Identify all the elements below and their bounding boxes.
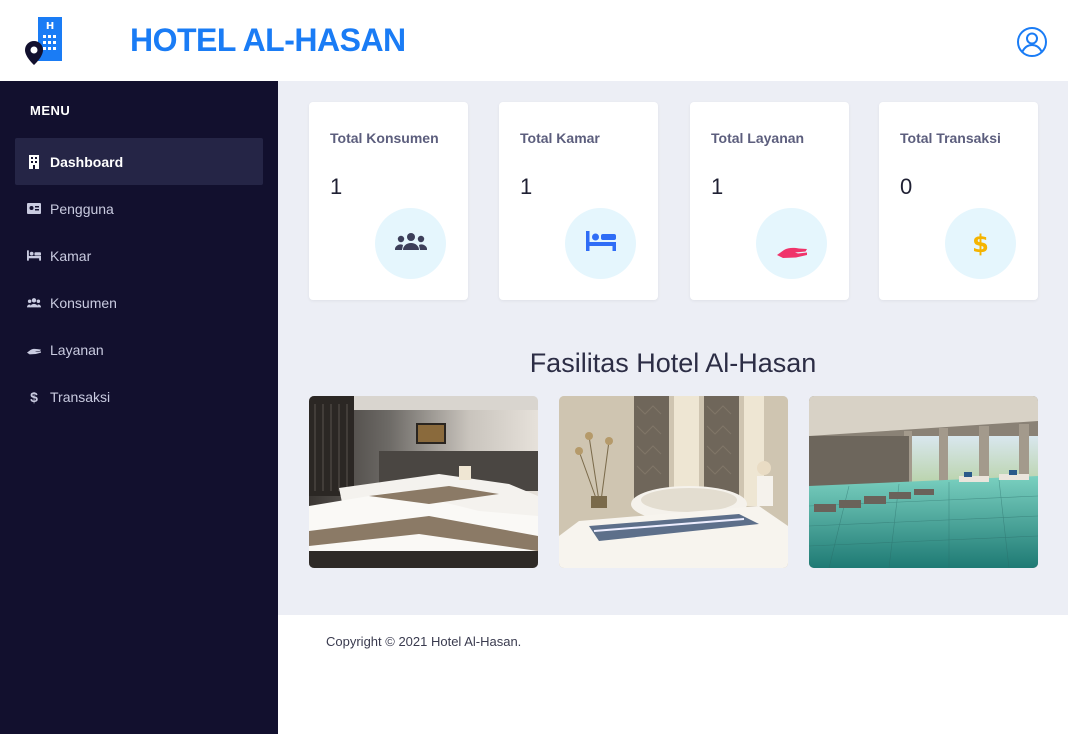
sidebar-item-konsumen[interactable]: Konsumen <box>15 279 263 326</box>
sidebar-item-layanan[interactable]: Layanan <box>15 326 263 373</box>
user-circle-icon[interactable] <box>1016 26 1048 58</box>
card-value: 1 <box>711 174 724 199</box>
stat-card-layanan[interactable]: Total Layanan 1 <box>690 102 849 300</box>
card-title: Total Layanan <box>711 130 805 146</box>
sidebar-item-label: Dashboard <box>50 153 124 170</box>
dollar-icon: $ <box>30 388 38 405</box>
copyright-text: Copyright © 2021 Hotel Al-Hasan. <box>326 634 522 649</box>
card-value: 1 <box>520 174 533 199</box>
sidebar-item-label: Pengguna <box>50 200 114 217</box>
bed-icon <box>27 249 41 263</box>
card-icon-circle: $ <box>945 208 1016 279</box>
pool-photo[interactable] <box>809 396 1038 568</box>
card-icon-circle <box>565 208 636 279</box>
dollar-icon: $ <box>972 229 989 258</box>
menu-title: MENU <box>30 103 71 118</box>
svg-text:H: H <box>46 21 54 32</box>
top-header: H HOTEL AL-HASAN <box>0 0 1068 81</box>
hand-icon <box>27 343 41 357</box>
card-value: 0 <box>900 174 913 199</box>
main-content: Total Konsumen 1 Total Kamar 1 Total Lay… <box>278 81 1068 615</box>
brand-title[interactable]: HOTEL AL-HASAN <box>130 22 406 59</box>
sidebar-item-dashboard[interactable]: Dashboard <box>15 138 263 185</box>
card-value: 1 <box>330 174 343 199</box>
card-icon-circle <box>756 208 827 279</box>
card-title: Total Transaksi <box>900 130 1001 146</box>
hotel-location-icon[interactable]: H <box>22 15 74 67</box>
hand-icon <box>776 242 807 263</box>
card-title: Total Konsumen <box>330 130 439 146</box>
facilities-title: Fasilitas Hotel Al-Hasan <box>529 348 817 378</box>
sidebar-nav: Dashboard Pengguna Kamar Konsumen Layana… <box>15 138 263 420</box>
sidebar-item-label: Layanan <box>50 341 104 358</box>
footer: Copyright © 2021 Hotel Al-Hasan. <box>278 615 1068 734</box>
sidebar-item-transaksi[interactable]: $ Transaksi <box>15 373 263 420</box>
users-icon <box>394 232 427 255</box>
stat-card-konsumen[interactable]: Total Konsumen 1 <box>309 102 468 300</box>
sidebar: MENU Dashboard Pengguna Kamar Konsumen L… <box>0 81 278 734</box>
spa-photo[interactable] <box>559 396 788 568</box>
id-card-icon <box>27 202 41 216</box>
card-icon-circle <box>375 208 446 279</box>
hotel-room-photo[interactable] <box>309 396 538 568</box>
card-title: Total Kamar <box>520 130 600 146</box>
building-icon <box>27 154 41 169</box>
stat-card-kamar[interactable]: Total Kamar 1 <box>499 102 658 300</box>
stat-card-transaksi[interactable]: Total Transaksi 0 $ <box>879 102 1038 300</box>
sidebar-item-pengguna[interactable]: Pengguna <box>15 185 263 232</box>
sidebar-item-label: Transaksi <box>50 388 111 405</box>
sidebar-item-kamar[interactable]: Kamar <box>15 232 263 279</box>
sidebar-item-label: Kamar <box>50 247 92 264</box>
bed-icon <box>585 231 616 256</box>
sidebar-item-label: Konsumen <box>50 294 117 311</box>
users-icon <box>27 296 41 310</box>
